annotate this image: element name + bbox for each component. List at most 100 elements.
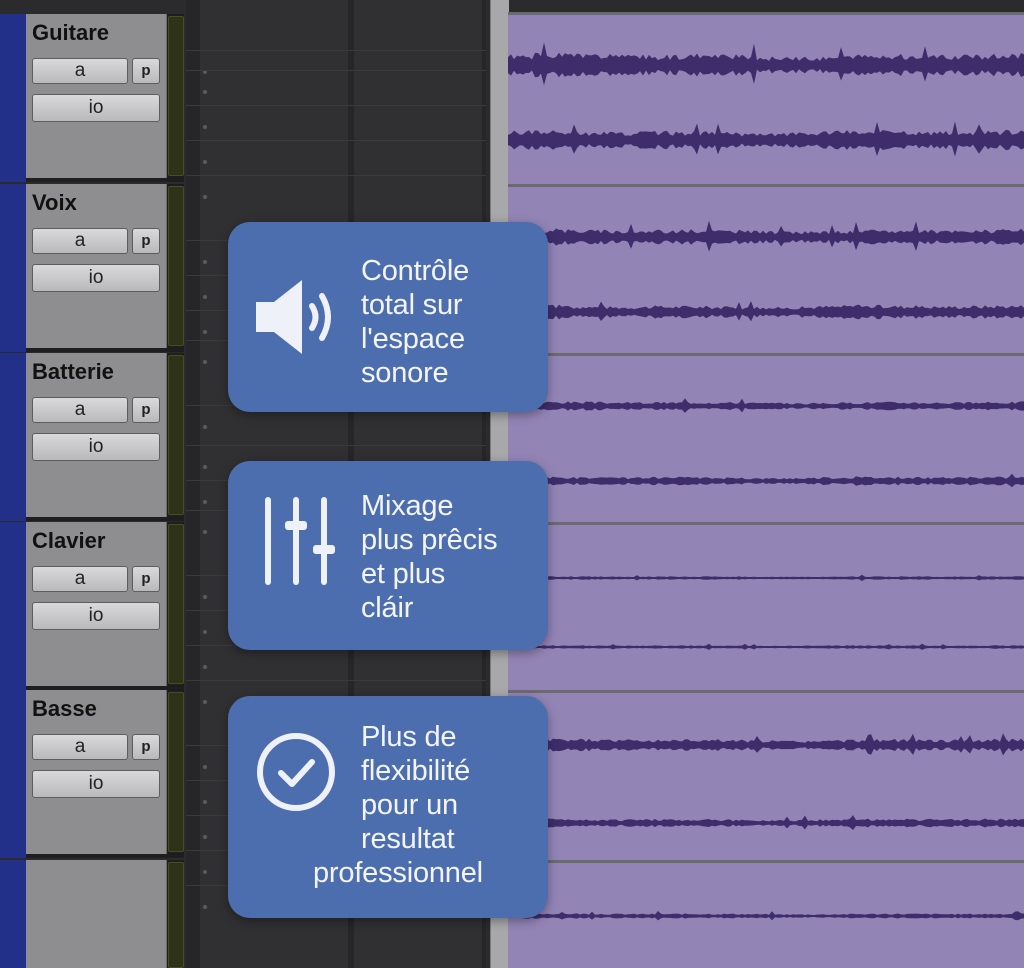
card-line: l'espace [361,323,465,355]
timeline-track[interactable] [508,184,1024,353]
mixer-dot [203,765,207,769]
timeline-track[interactable] [508,353,1024,522]
waveform-channel [508,574,1024,581]
feature-card: Plus de flexibilité pour un resultat pro… [228,696,548,918]
playlist-button[interactable]: p [132,734,160,760]
waveform-channel [508,301,1024,322]
track-panel: Guitare a p io [26,14,167,178]
track-header[interactable]: Batterie a p io [0,353,184,521]
timeline-track[interactable] [508,690,1024,860]
track-panel [26,860,167,968]
mixer-dot [203,800,207,804]
mixer-row-line [186,50,486,51]
mixer-dot [203,160,207,164]
mixer-dot [203,905,207,909]
mixer-dot [203,195,207,199]
track-panel: Basse a p io [26,690,167,854]
card-line: et plus [361,558,446,590]
track-name: Basse [32,696,97,721]
timeline-track[interactable] [508,522,1024,690]
automation-button[interactable]: a [32,228,128,254]
automation-button[interactable]: a [32,58,128,84]
track-panel: Clavier a p io [26,522,167,686]
mixer-dot [203,870,207,874]
level-meter [168,355,184,515]
card-line: Contrôle [361,255,470,287]
card-line: plus prêcis [361,524,498,556]
automation-button[interactable]: a [32,397,128,423]
waveform-channel [508,643,1024,650]
card-line: Mixage [361,490,454,522]
playlist-button[interactable]: p [132,228,160,254]
level-meter [168,16,184,176]
waveform-clip [508,220,1024,322]
io-button[interactable]: io [32,94,160,122]
mixer-dot [203,360,207,364]
mixer-dot [203,260,207,264]
card-line: pour un [361,789,458,821]
mixer-dot [203,465,207,469]
io-button[interactable]: io [32,264,160,292]
speaker-icon [256,280,331,354]
mixer-row-line [186,70,486,71]
io-button[interactable]: io [32,433,160,461]
feature-card: Contrôle total sur l'espace sonore [228,222,548,412]
card-text: Mixage plus prêcis et plus cláir [361,489,498,625]
timeline-track[interactable] [508,12,1024,184]
automation-button[interactable]: a [32,566,128,592]
card-line: total sur [361,289,463,321]
mixer-dot [203,700,207,704]
mixer-row-line [186,140,486,141]
track-name: Voix [32,190,77,215]
mixer-dot [203,665,207,669]
playlist-button[interactable]: p [132,397,160,423]
mixer-dot [203,330,207,334]
level-meter [168,692,184,852]
level-meter [168,524,184,684]
track-color-strip [0,14,26,182]
card-line: flexibilité [361,755,471,787]
playlist-button[interactable]: p [132,566,160,592]
card-line: sonore [361,357,449,389]
card-line: resultat [361,823,455,855]
mixer-dot [203,595,207,599]
timeline-track[interactable] [508,860,1024,968]
track-name: Batterie [32,359,114,384]
automation-button[interactable]: a [32,734,128,760]
mixer-dot [203,500,207,504]
check-circle-icon [257,733,335,811]
mixer-row-line [186,445,486,446]
waveform-channel [508,813,1024,832]
card-text: Plus de flexibilité pour un resultat pro… [313,720,483,890]
track-color-strip [0,860,26,968]
io-button[interactable]: io [32,602,160,630]
mixer-dot [203,630,207,634]
feature-card: Mixage plus prêcis et plus cláir [228,461,548,650]
io-button[interactable]: io [32,770,160,798]
track-header[interactable]: Guitare a p io [0,14,184,182]
level-meter [168,862,184,968]
mixer-dot [203,425,207,429]
mixer-row-line [186,105,486,106]
track-header[interactable]: Basse a p io [0,690,184,858]
waveform-channel [508,398,1024,413]
track-panel: Batterie a p io [26,353,167,517]
track-color-strip [0,690,26,858]
waveform-channel [508,121,1024,157]
mixer-dot [203,530,207,534]
track-header[interactable]: Voix a p io [0,184,184,352]
track-name: Clavier [32,528,106,553]
playlist-button[interactable]: p [132,58,160,84]
track-header-empty[interactable] [0,860,184,968]
card-line: professionnel [313,857,483,889]
track-panel: Voix a p io [26,184,167,348]
track-header[interactable]: Clavier a p io [0,522,184,690]
mixer-dot [203,835,207,839]
sliders-icon [265,497,335,585]
waveform-clip [508,574,1024,650]
track-color-strip [0,522,26,690]
waveform-clip [508,733,1024,832]
mixer-row-line [186,680,486,681]
waveform-channel [508,911,1024,921]
track-color-strip [0,184,26,352]
